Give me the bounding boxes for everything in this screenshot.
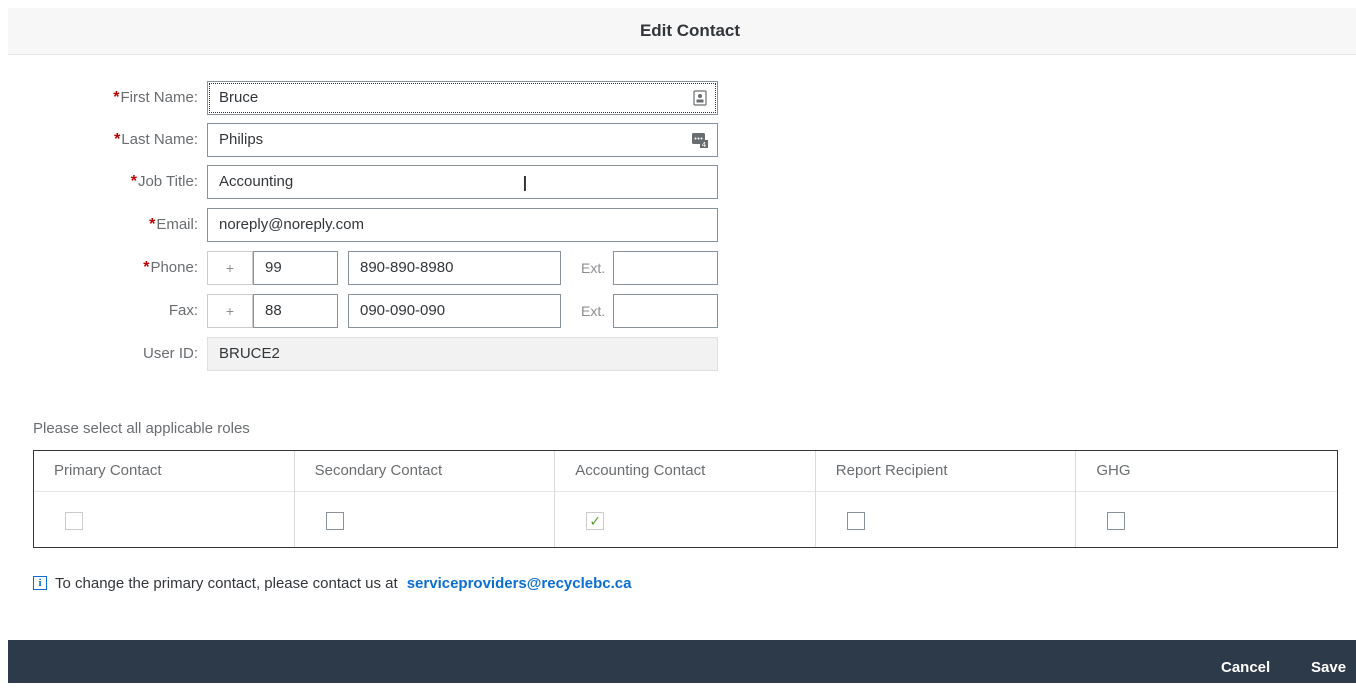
text-cursor-icon: Ι — [522, 172, 528, 196]
report-recipient-checkbox[interactable] — [846, 512, 865, 530]
accounting-contact-checkbox: ✓ — [586, 512, 605, 530]
service-providers-email-link[interactable]: serviceproviders@recyclebc.ca — [407, 575, 632, 592]
dialog-title: Edit Contact — [639, 21, 741, 40]
role-header-report-recipient: Report Recipient — [815, 451, 1077, 492]
ghg-checkbox[interactable] — [1107, 512, 1126, 530]
contact-card-icon[interactable] — [693, 90, 707, 106]
fax-ext-input[interactable] — [613, 294, 718, 328]
job-title-label: *Job Title: — [130, 173, 198, 190]
email-row: *Email: noreply@noreply.com — [8, 208, 728, 242]
edit-contact-dialog: Edit Contact *First Name: Bruce *Last Na… — [8, 8, 1356, 683]
phone-plus-prefix: + — [207, 251, 253, 285]
user-id-label: User ID: — [142, 345, 198, 362]
secondary-contact-checkbox[interactable] — [325, 512, 344, 530]
role-header-primary-contact: Primary Contact — [34, 451, 295, 492]
cancel-button[interactable]: Cancel — [1221, 640, 1270, 683]
svg-text:4: 4 — [702, 141, 707, 148]
first-name-input[interactable]: Bruce — [207, 81, 718, 115]
phone-country-code-input[interactable]: 99 — [253, 251, 338, 285]
fax-number-input[interactable]: 090-090-090 — [348, 294, 561, 328]
email-label: *Email: — [149, 216, 198, 233]
save-button[interactable]: Save — [1311, 640, 1356, 683]
fax-label: Fax: — [168, 302, 198, 319]
phone-ext-label: Ext. — [581, 260, 606, 276]
dialog-header: Edit Contact — [8, 8, 1356, 55]
role-header-ghg: GHG — [1076, 451, 1337, 492]
roles-prompt: Please select all applicable roles — [33, 420, 250, 437]
fax-plus-prefix: + — [207, 294, 253, 328]
phone-row: *Phone: + 99 890-890-8980 Ext. — [8, 251, 728, 285]
fax-ext-label: Ext. — [581, 303, 606, 319]
fax-country-code-input[interactable]: 88 — [253, 294, 338, 328]
phone-ext-input[interactable] — [613, 251, 718, 285]
last-name-label: *Last Name: — [114, 131, 198, 148]
primary-contact-checkbox — [65, 512, 83, 530]
phone-number-input[interactable]: 890-890-8980 — [348, 251, 561, 285]
role-header-accounting-contact: Accounting Contact — [555, 451, 816, 492]
last-name-input[interactable]: Philips 4 — [207, 123, 718, 157]
job-title-row: *Job Title: Accounting — [8, 165, 728, 199]
job-title-input[interactable]: Accounting — [207, 165, 718, 199]
first-name-row: *First Name: Bruce — [8, 81, 728, 115]
roles-table: Primary Contact Secondary Contact Accoun… — [33, 450, 1338, 548]
last-name-row: *Last Name: Philips 4 — [8, 123, 728, 157]
first-name-label: *First Name: — [113, 89, 198, 106]
user-id-field: BRUCE2 — [207, 337, 718, 371]
info-message: i To change the primary contact, please … — [33, 573, 631, 593]
role-header-secondary-contact: Secondary Contact — [294, 451, 556, 492]
fax-row: Fax: + 88 090-090-090 Ext. — [8, 294, 728, 328]
phone-label: *Phone: — [143, 259, 198, 276]
info-text: To change the primary contact, please co… — [55, 574, 398, 592]
value-help-icon[interactable]: 4 — [691, 132, 709, 148]
email-input[interactable]: noreply@noreply.com — [207, 208, 718, 242]
dialog-footer: Cancel Save — [8, 640, 1356, 683]
info-icon: i — [33, 576, 47, 590]
user-id-row: User ID: BRUCE2 — [8, 337, 728, 371]
